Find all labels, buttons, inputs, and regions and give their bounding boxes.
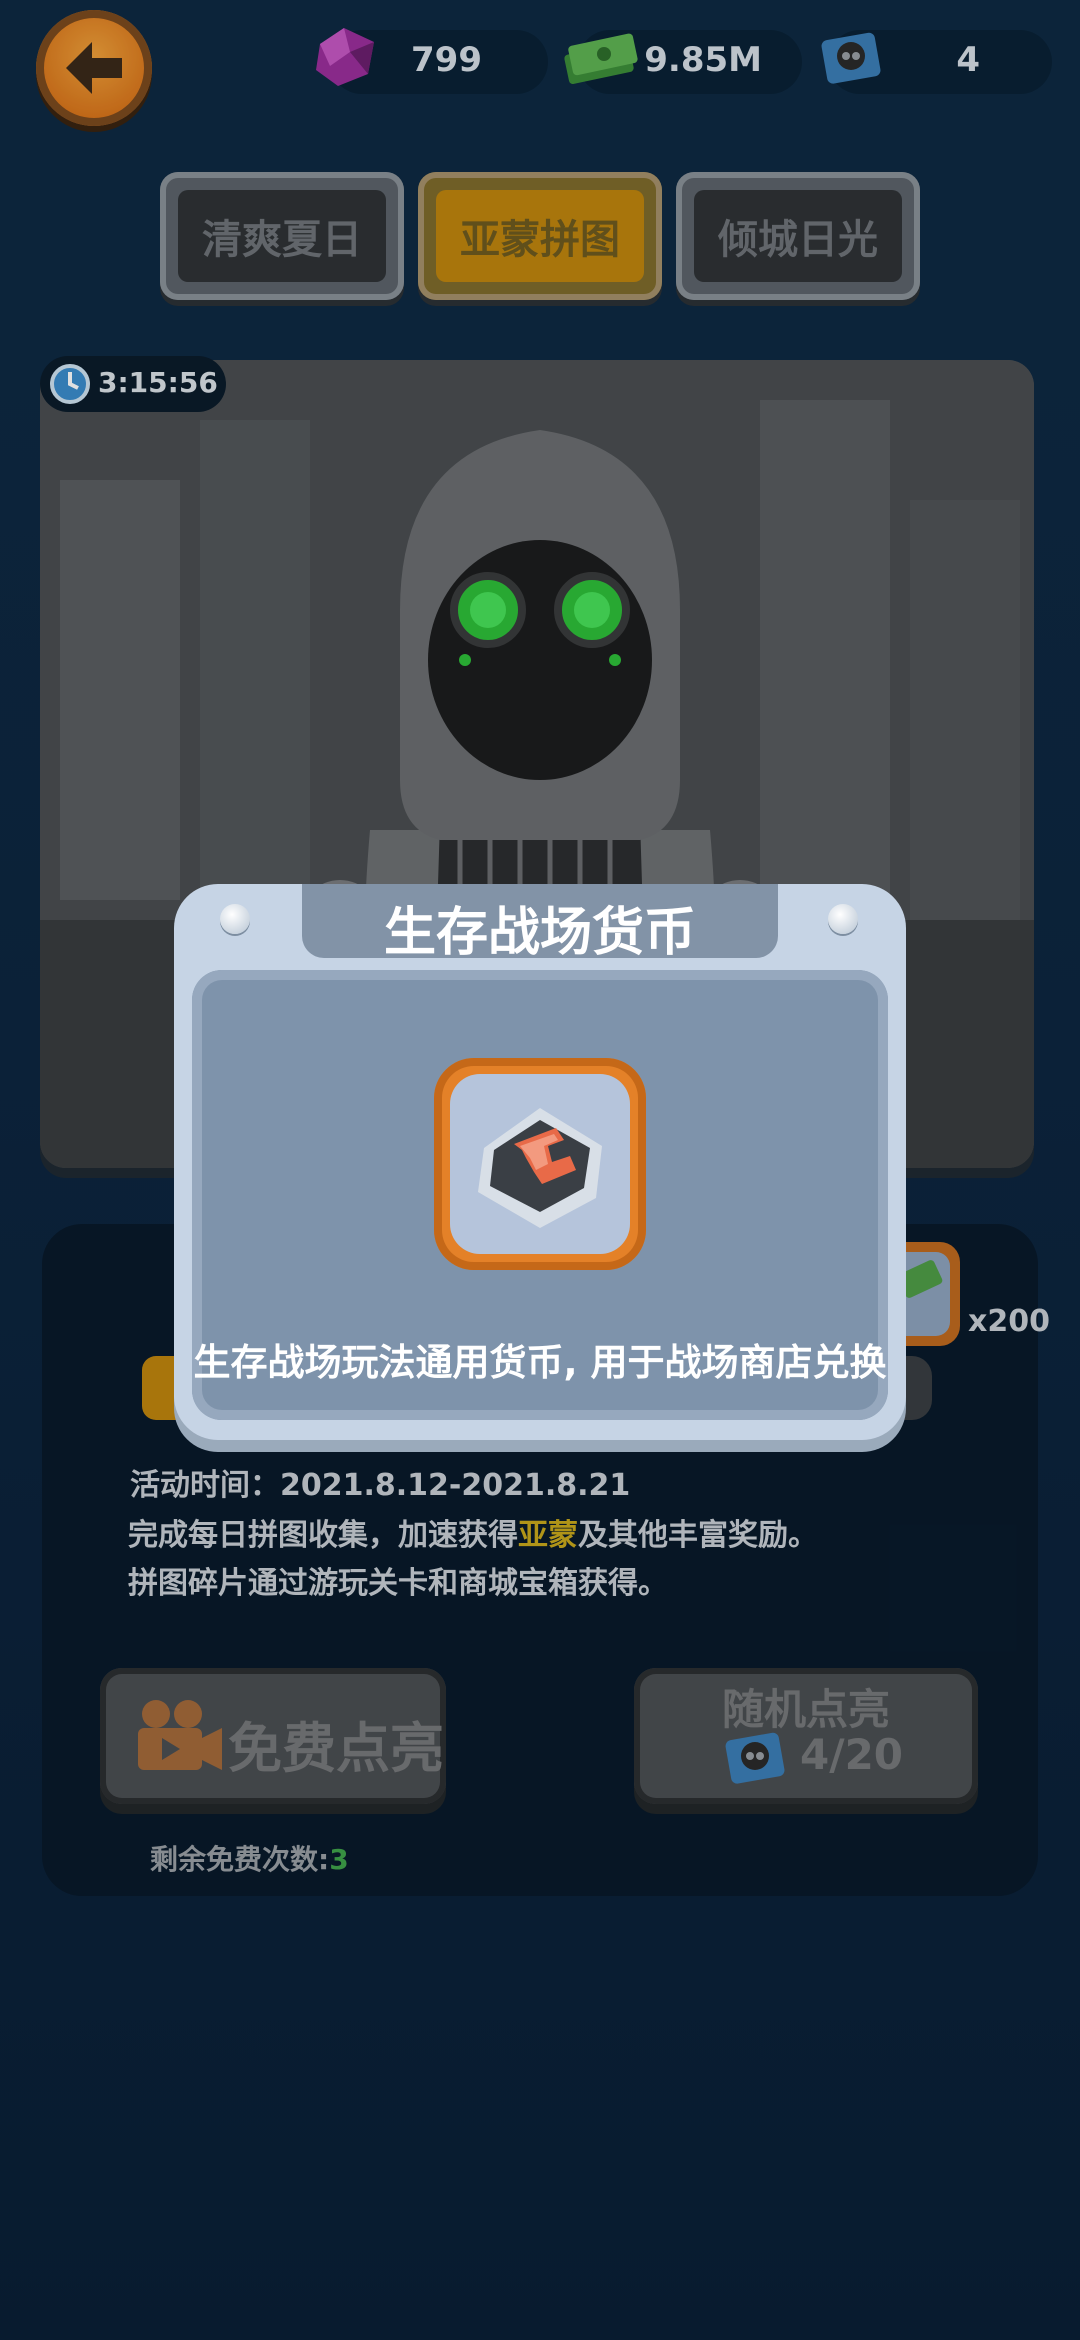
- battlefield-currency-icon: [478, 1108, 602, 1228]
- currency-item-background: [450, 1074, 630, 1254]
- stud-icon: [220, 904, 250, 934]
- modal-title: 生存战场货币: [383, 903, 696, 963]
- currency-item-frame: [434, 1058, 646, 1270]
- stud-icon: [828, 904, 858, 934]
- currency-info-modal: 生存战场货币 生存战场玩法通用货币, 用于战场商店兑换: [174, 884, 906, 1440]
- modal-description: 生存战场玩法通用货币, 用于战场商店兑换: [193, 1341, 887, 1384]
